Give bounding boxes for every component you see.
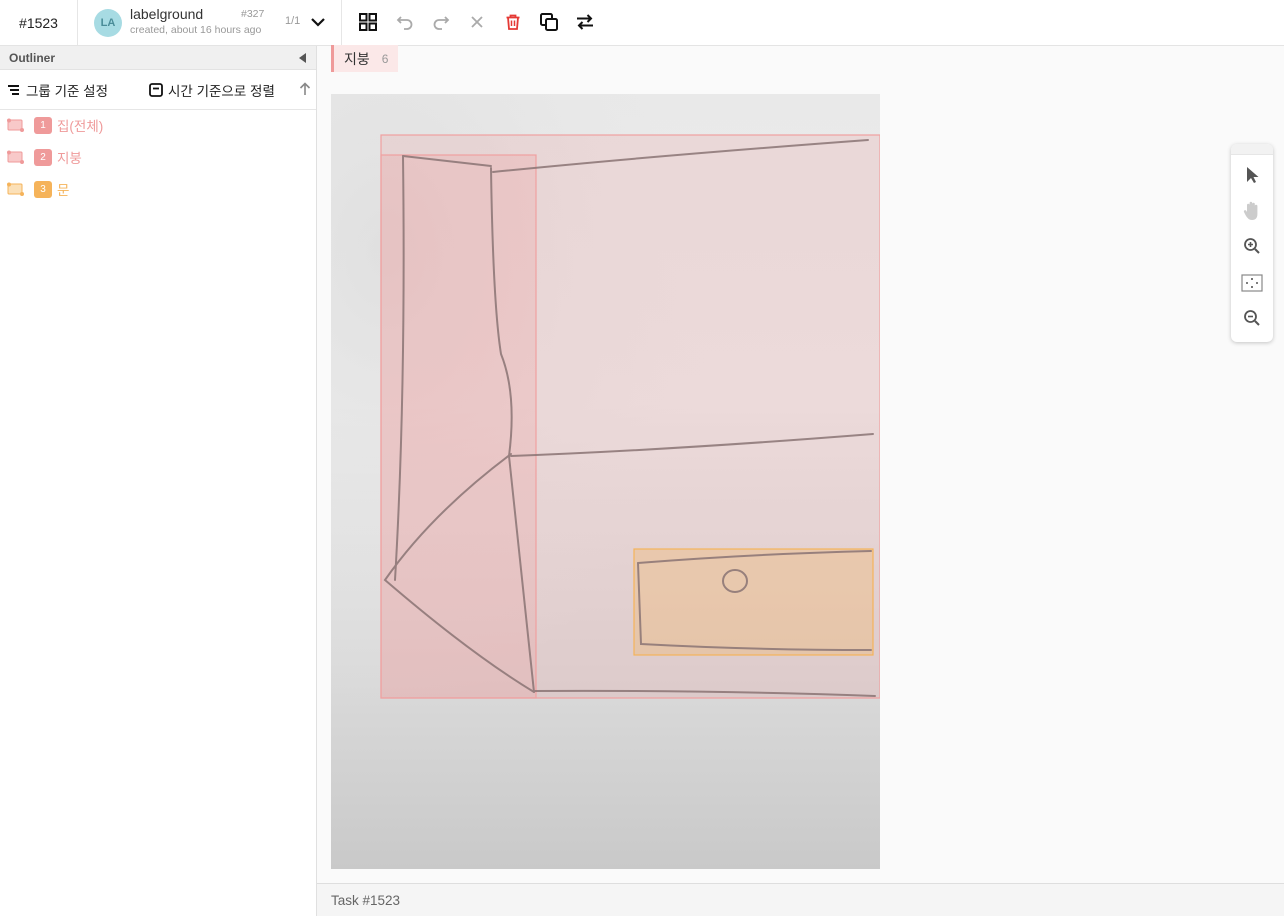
trash-icon — [506, 14, 520, 30]
copy-button[interactable] — [537, 10, 561, 34]
status-footer: Task #1523 — [317, 883, 1284, 916]
clock-square-icon — [149, 83, 163, 97]
created-time: created, about 16 hours ago — [130, 24, 262, 36]
grid-view-button[interactable] — [356, 10, 380, 34]
close-icon — [471, 16, 483, 28]
top-bar: #1523 LA labelground created, about 16 h… — [0, 0, 1284, 46]
object-item[interactable]: 3 문 — [6, 178, 69, 200]
pan-tool[interactable] — [1240, 199, 1264, 223]
outliner-options: 그룹 기준 설정 시간 기준으로 정렬 — [0, 70, 316, 110]
zoom-out-icon — [1244, 310, 1260, 326]
page-select-button[interactable] — [308, 11, 328, 33]
pointer-icon — [1247, 167, 1259, 183]
object-index-badge: 2 — [34, 148, 52, 166]
object-index-badge: 1 — [34, 116, 52, 134]
zoom-in-icon — [1244, 238, 1260, 254]
undo-icon — [396, 16, 413, 30]
outliner-panel: Outliner 그룹 기준 설정 시간 기준으로 정렬 1 집(전체) 2 지… — [0, 46, 317, 916]
object-index-badge: 3 — [34, 180, 52, 198]
bbox-icon — [7, 150, 24, 164]
swap-button[interactable] — [573, 10, 597, 34]
outliner-title: Outliner — [9, 51, 56, 65]
label-count: 6 — [381, 51, 389, 66]
sort-direction-button[interactable] — [299, 82, 311, 101]
zoom-in-button[interactable] — [1240, 234, 1264, 258]
sort-by-time-button[interactable]: 시간 기준으로 정렬 — [149, 80, 275, 100]
sort-label: 시간 기준으로 정렬 — [168, 84, 275, 99]
collapse-arrow-icon[interactable] — [299, 53, 306, 63]
image-canvas[interactable] — [331, 94, 880, 869]
drawing-image — [331, 94, 880, 869]
undo-button[interactable] — [393, 10, 417, 34]
label-name: 지붕 — [344, 50, 370, 67]
task-id: #1523 — [0, 0, 78, 45]
chevron-down-icon — [311, 18, 325, 27]
list-filter-icon — [8, 85, 19, 95]
bbox-icon — [7, 118, 24, 132]
toolbar-grip[interactable] — [1231, 144, 1273, 155]
fit-icon — [1241, 274, 1263, 292]
avatar: LA — [94, 9, 122, 37]
cancel-button[interactable] — [465, 10, 489, 34]
hand-icon — [1243, 201, 1258, 220]
swap-icon — [577, 14, 593, 30]
selected-label-chip[interactable]: 지붕 6 — [331, 45, 398, 72]
outliner-header: Outliner — [0, 46, 316, 70]
delete-button[interactable] — [501, 10, 525, 34]
bbox-icon — [7, 182, 24, 196]
fit-to-screen-button[interactable] — [1240, 271, 1264, 295]
redo-icon — [433, 16, 450, 30]
object-name: 집(전체) — [57, 119, 104, 134]
object-name: 지붕 — [57, 151, 82, 166]
user-info: LA labelground created, about 16 hours a… — [78, 0, 342, 45]
zoom-out-button[interactable] — [1240, 306, 1264, 330]
footer-task-label: Task #1523 — [331, 893, 401, 908]
copy-icon — [540, 13, 558, 31]
object-item[interactable]: 1 집(전체) — [6, 114, 103, 136]
arrow-up-icon — [299, 82, 311, 95]
object-item[interactable]: 2 지붕 — [6, 146, 82, 168]
redo-button[interactable] — [429, 10, 453, 34]
username: labelground — [130, 6, 204, 22]
pointer-tool[interactable] — [1240, 163, 1264, 187]
group-by-label: 그룹 기준 설정 — [26, 84, 109, 99]
group-by-button[interactable]: 그룹 기준 설정 — [7, 80, 108, 100]
job-id: #327 — [241, 8, 265, 20]
grid-view-icon — [359, 13, 377, 31]
page-count: 1/1 — [285, 15, 301, 27]
object-name: 문 — [57, 183, 70, 198]
bbox-door[interactable] — [633, 548, 874, 656]
zoom-toolbar — [1231, 144, 1273, 342]
